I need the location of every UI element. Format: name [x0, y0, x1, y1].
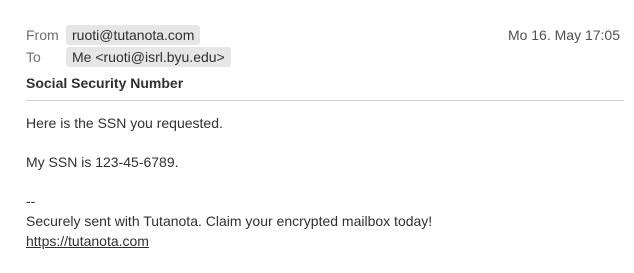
- email-subject: Social Security Number: [26, 75, 184, 91]
- signature-link[interactable]: https://tutanota.com: [26, 233, 149, 249]
- body-line: Here is the SSN you requested.: [26, 115, 223, 131]
- email-body: Here is the SSN you requested. My SSN is…: [26, 113, 624, 251]
- to-row: To Me <ruoti@isrl.byu.edu>: [26, 46, 624, 68]
- body-line: My SSN is 123-45-6789.: [26, 154, 179, 170]
- to-label: To: [26, 49, 41, 65]
- header-divider: [26, 100, 624, 101]
- recipient-chip[interactable]: Me <ruoti@isrl.byu.edu>: [66, 47, 231, 67]
- sender-chip[interactable]: ruoti@tutanota.com: [66, 25, 201, 45]
- signature-text: Securely sent with Tutanota. Claim your …: [26, 213, 433, 229]
- received-date: Mo 16. May 17:05: [507, 27, 620, 43]
- signature-separator: --: [26, 193, 36, 209]
- from-row: From ruoti@tutanota.com Mo 16. May 17:05: [26, 24, 624, 46]
- email-view: From ruoti@tutanota.com Mo 16. May 17:05…: [26, 24, 624, 251]
- from-label: From: [26, 27, 59, 43]
